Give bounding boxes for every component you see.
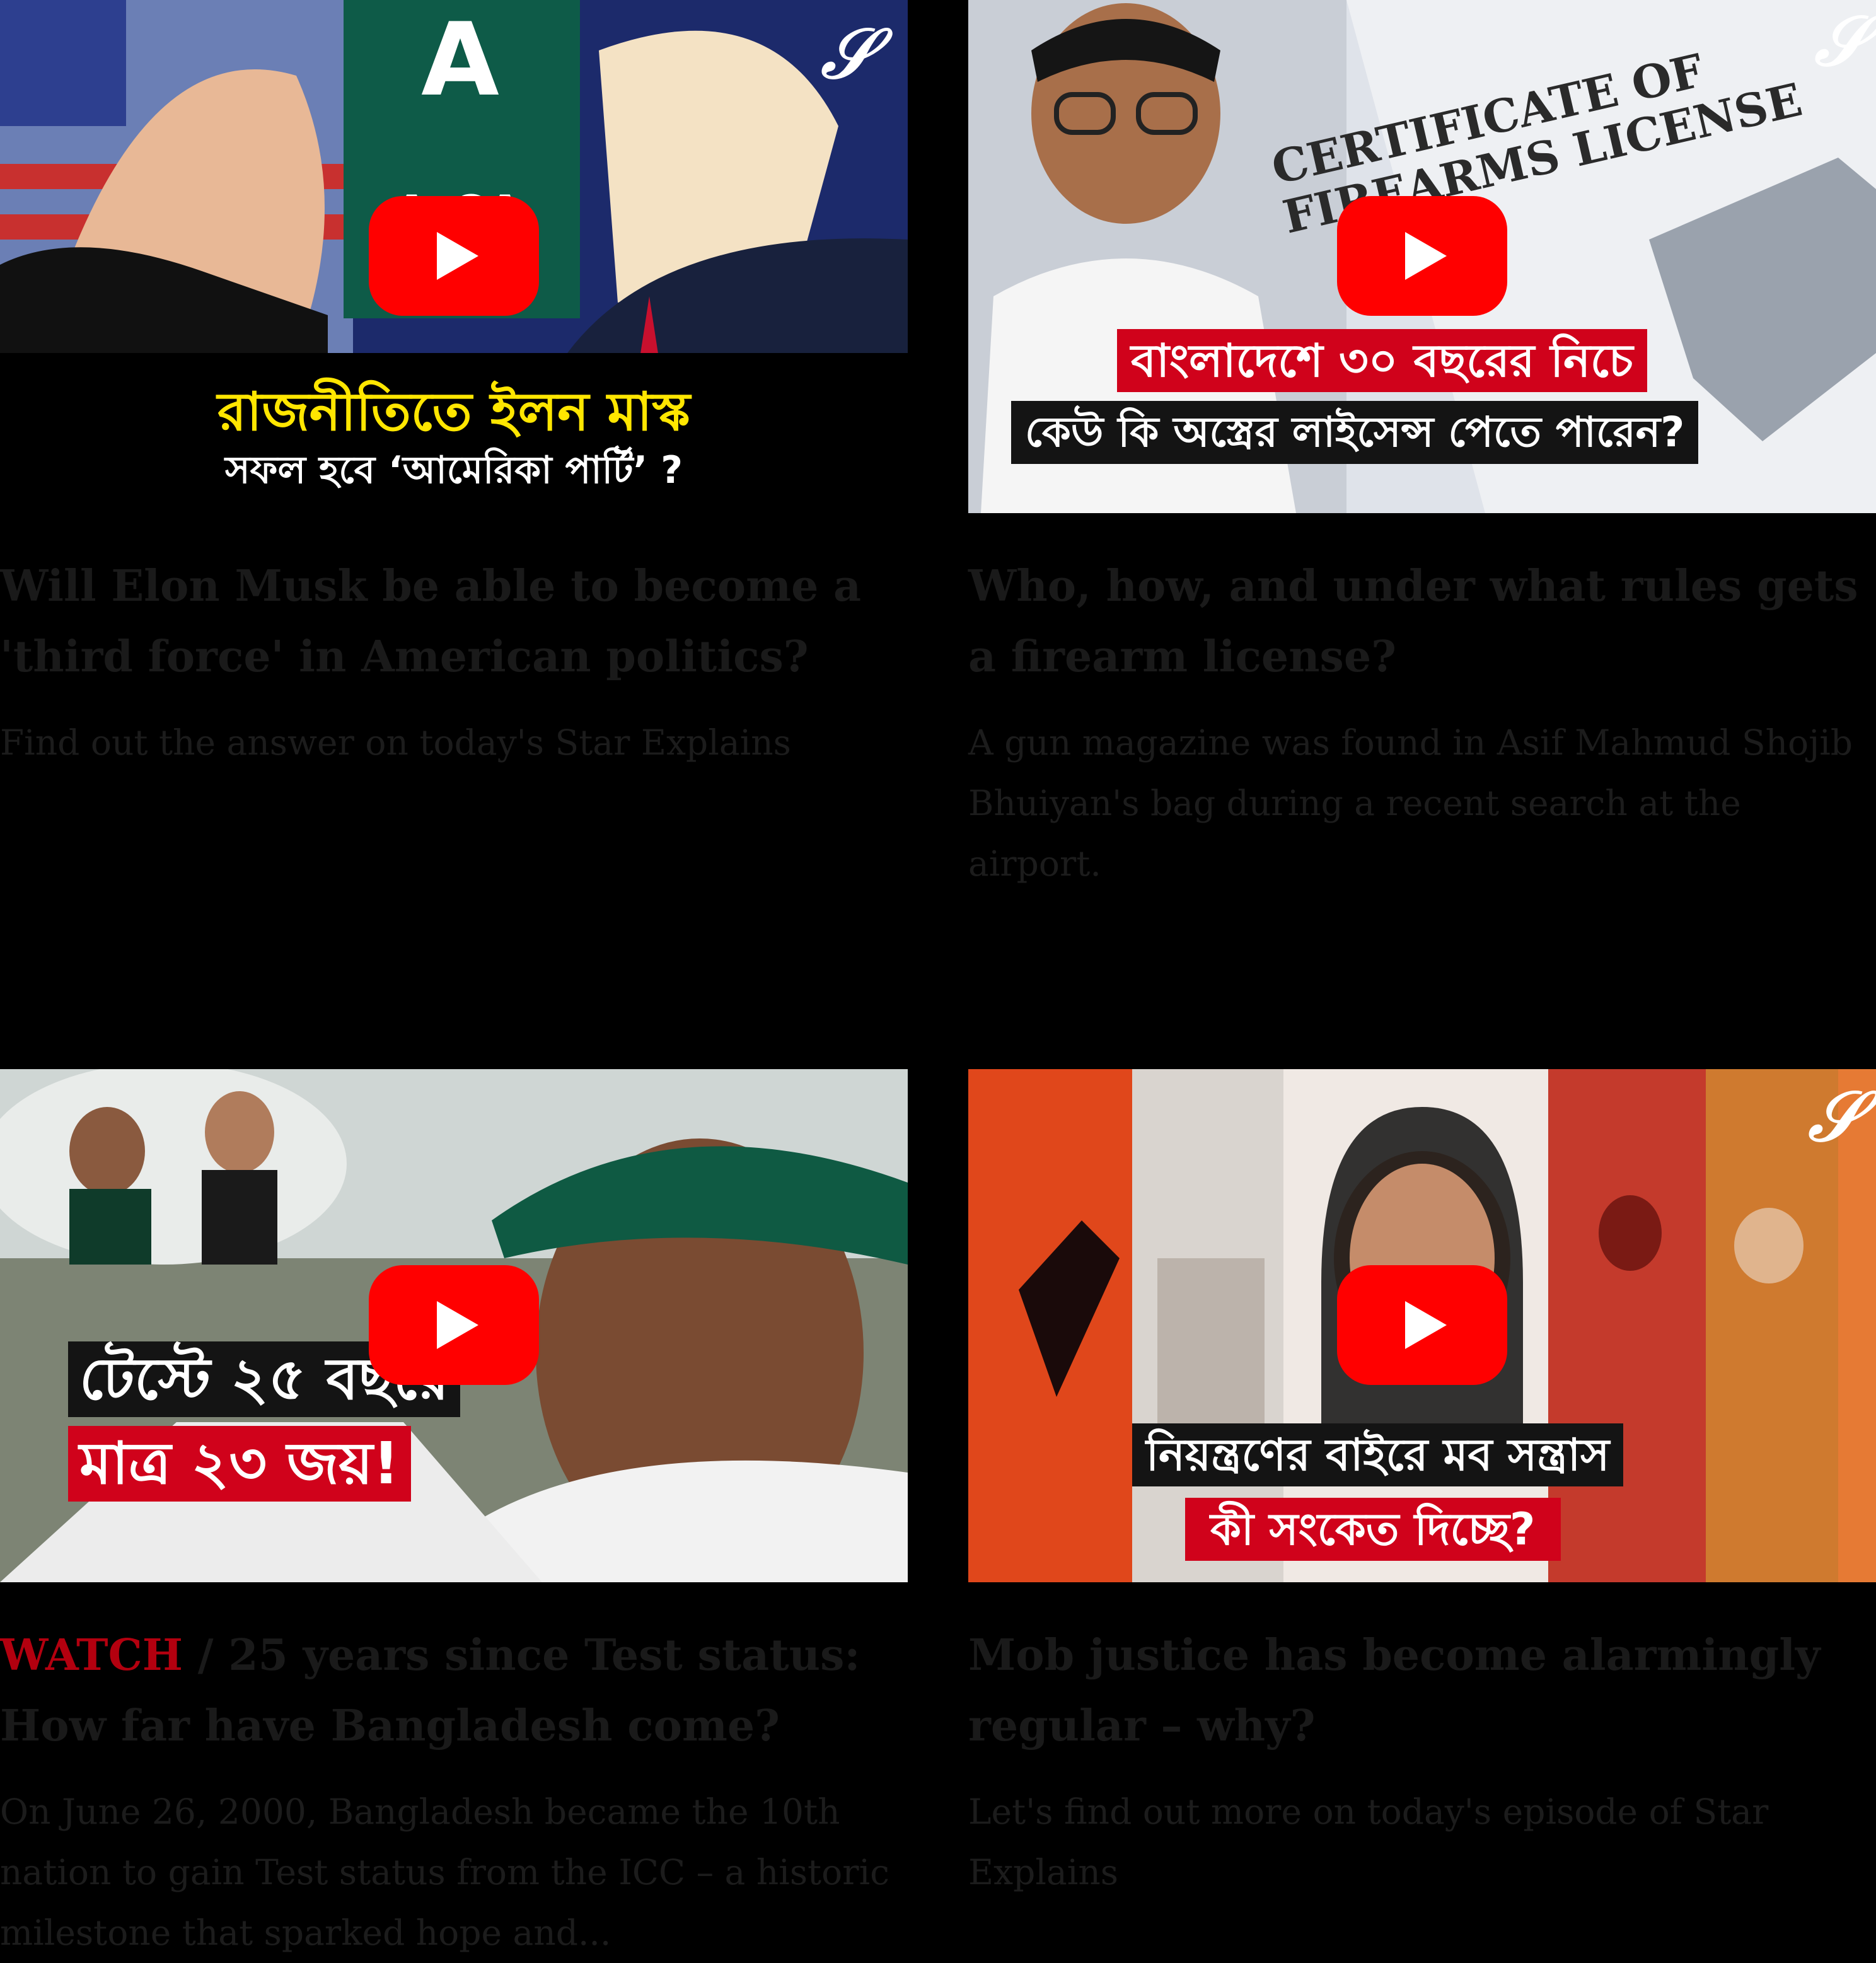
tag-separator: / xyxy=(183,1630,229,1681)
video-summary: Find out the answer on today's Star Expl… xyxy=(0,722,791,763)
video-title[interactable]: Will Elon Musk be able to become a 'thir… xyxy=(0,551,908,692)
play-button[interactable] xyxy=(369,196,539,316)
video-thumbnail[interactable]: A A CA রাজনীতিতে ইলন মাস্ক সফল হবে ‘আমের… xyxy=(0,0,908,513)
star-logo-icon: 𝒮 xyxy=(1814,0,1868,81)
play-button[interactable] xyxy=(1337,1265,1507,1385)
play-icon xyxy=(1405,1301,1447,1349)
video-card[interactable]: নিয়ন্ত্রণের বাইরে মব সন্ত্রাস কী সংকেত … xyxy=(968,1069,1876,1902)
thumbnail-caption-line2: সফল হবে ‘আমেরিকা পার্টি’ ? xyxy=(224,448,683,492)
thumbnail-caption-line2: কেউ কি অস্ত্রের লাইসেন্স পেতে পারেন? xyxy=(1011,401,1699,464)
play-icon xyxy=(437,1301,478,1349)
video-summary: Let's find out more on today's episode o… xyxy=(968,1792,1769,1892)
thumbnail-caption-line2: মাত্র ২৩ জয়! xyxy=(68,1426,411,1502)
video-card[interactable]: A A CA রাজনীতিতে ইলন মাস্ক সফল হবে ‘আমের… xyxy=(0,0,908,773)
svg-text:A: A xyxy=(421,1,499,119)
star-logo-icon: 𝒮 xyxy=(821,13,875,94)
thumbnail-caption-line2: কী সংকেত দিচ্ছে? xyxy=(1185,1498,1561,1561)
video-title[interactable]: Who, how, and under what rules gets a fi… xyxy=(968,551,1876,692)
watch-tag: WATCH xyxy=(0,1630,183,1681)
video-thumbnail[interactable]: CERTIFICATE OF FIREARMS LICENSE বাংলাদেশ… xyxy=(968,0,1876,513)
video-card[interactable]: CERTIFICATE OF FIREARMS LICENSE বাংলাদেশ… xyxy=(968,0,1876,894)
video-card[interactable]: টেস্টে ২৫ বছরে মাত্র ২৩ জয়! WATCH / 25 … xyxy=(0,1069,908,1963)
thumbnail-caption-line1: বাংলাদেশে ৩০ বছরের নিচে xyxy=(1117,329,1647,392)
star-logo-icon: 𝒮 xyxy=(1808,1075,1862,1157)
video-title[interactable]: Mob justice has become alarmingly regula… xyxy=(968,1620,1876,1761)
thumbnail-caption-line1: নিয়ন্ত্রণের বাইরে মব সন্ত্রাস xyxy=(1132,1423,1624,1486)
play-button[interactable] xyxy=(369,1265,539,1385)
play-icon xyxy=(1405,232,1447,280)
video-summary: On June 26, 2000, Bangladesh became the … xyxy=(0,1792,889,1953)
video-title-text: Who, how, and under what rules gets a fi… xyxy=(968,561,1858,682)
video-title-text: Mob justice has become alarmingly regula… xyxy=(968,1630,1821,1751)
video-thumbnail[interactable]: নিয়ন্ত্রণের বাইরে মব সন্ত্রাস কী সংকেত … xyxy=(968,1069,1876,1582)
play-icon xyxy=(437,232,478,280)
video-title[interactable]: WATCH / 25 years since Test status: How … xyxy=(0,1620,908,1761)
play-button[interactable] xyxy=(1337,196,1507,316)
video-summary: A gun magazine was found in Asif Mahmud … xyxy=(968,722,1853,884)
video-title-text: Will Elon Musk be able to become a 'thir… xyxy=(0,561,862,682)
video-thumbnail[interactable]: টেস্টে ২৫ বছরে মাত্র ২৩ জয়! xyxy=(0,1069,908,1582)
